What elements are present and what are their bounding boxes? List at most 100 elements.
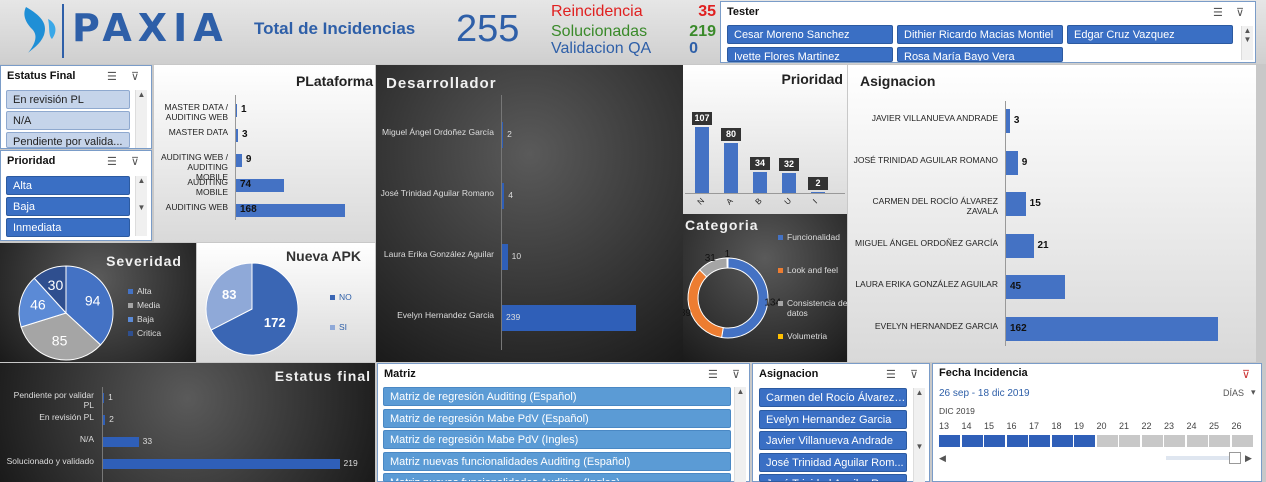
multi-select-icon[interactable]: ☰ xyxy=(1213,6,1223,19)
timeline-day-cell[interactable] xyxy=(939,435,960,447)
multi-select-icon[interactable]: ☰ xyxy=(708,368,718,381)
clear-filter-icon[interactable]: ⊽ xyxy=(131,155,139,168)
matriz-item[interactable]: Matriz de regresión Mabe PdV (Ingles) xyxy=(383,430,731,449)
bar xyxy=(103,393,105,403)
tester-scrollbar[interactable]: ▲ ▼ xyxy=(1241,26,1253,60)
bar-value: 2 xyxy=(109,414,114,424)
clear-filter-icon[interactable]: ⊽ xyxy=(1242,368,1250,381)
asignacion-item[interactable]: José Trinidad Aguilar Rom... xyxy=(759,453,907,472)
matriz-slicer: Matriz ☰ ⊽ Matriz de regresión Auditing … xyxy=(377,363,750,482)
tester-item[interactable]: Rosa María Bayo Vera xyxy=(897,47,1063,62)
bar xyxy=(1006,192,1026,216)
timeline-day-cell[interactable] xyxy=(1119,435,1140,447)
estatus-item[interactable]: Pendiente por valida... xyxy=(6,132,130,148)
desarrollador-title: Desarrollador xyxy=(386,75,497,92)
tester-item[interactable]: Cesar Moreno Sanchez xyxy=(727,25,893,44)
prioridad-item[interactable]: Inmediata xyxy=(6,218,130,237)
total-value: 255 xyxy=(456,8,520,50)
clear-filter-icon[interactable]: ⊽ xyxy=(910,368,918,381)
bar xyxy=(811,191,825,193)
legend-label: SI xyxy=(339,322,348,332)
timeline-day-cell[interactable] xyxy=(1186,435,1208,447)
timeline-scrollbar[interactable] xyxy=(1166,456,1234,460)
bar-value: 107 xyxy=(692,111,712,125)
bar-value: 74 xyxy=(240,179,252,190)
timeline-day-cell[interactable] xyxy=(1231,435,1253,447)
clear-filter-icon[interactable]: ⊽ xyxy=(131,70,139,83)
timeline-day-cell[interactable] xyxy=(1074,435,1095,447)
clear-filter-icon[interactable]: ⊽ xyxy=(732,368,740,381)
kpi-reincidencia-value: 35 xyxy=(698,3,716,20)
timeline-day-label: 24 xyxy=(1186,421,1197,431)
bar-value: 34 xyxy=(750,156,770,170)
bar-label: JOSÉ TRINIDAD AGUILAR ROMANO xyxy=(853,154,998,165)
matriz-scrollbar[interactable]: ▲ xyxy=(734,387,746,482)
timeline-day-cell[interactable] xyxy=(1209,435,1230,447)
tester-slicer-title: Tester xyxy=(727,6,760,18)
prioridad-item[interactable]: Alta xyxy=(6,176,130,195)
asignacion-item[interactable]: José Trinidad Aguilar Romano xyxy=(759,474,907,482)
bar-value: 9 xyxy=(245,154,252,165)
bar-label: AUDITING WEB xyxy=(165,202,228,212)
bar xyxy=(103,415,106,425)
timeline-day-cell[interactable] xyxy=(984,435,1005,447)
legend-swatch xyxy=(778,301,783,306)
legend-label: Funcionalidad xyxy=(787,232,840,242)
matriz-item[interactable]: Matriz nuevas funcionalidades Auditing (… xyxy=(383,473,731,482)
bar-value: 1 xyxy=(108,392,113,402)
bar-value: 33 xyxy=(142,436,153,446)
timeline-day-cell[interactable] xyxy=(1096,435,1118,447)
bar-value: 45 xyxy=(1010,281,1022,292)
timeline-range: 26 sep - 18 dic 2019 xyxy=(939,388,1030,399)
tester-item[interactable]: Ivette Flores Martinez xyxy=(727,47,893,62)
bar xyxy=(236,153,242,167)
estatus-final-panel: Estatus final Pendiente por validar PL 1 E… xyxy=(0,363,375,482)
scroll-left-icon[interactable]: ◀ xyxy=(939,453,946,464)
chevron-down-icon[interactable]: ▾ xyxy=(1251,387,1256,398)
estatus-item[interactable]: N/A xyxy=(6,111,130,130)
multi-select-icon[interactable]: ☰ xyxy=(107,155,117,168)
asignacion-axis xyxy=(1005,101,1006,346)
pie-value: 30 xyxy=(48,277,64,293)
multi-select-icon[interactable]: ☰ xyxy=(107,70,117,83)
bar xyxy=(1006,316,1219,341)
asignacion-scrollbar[interactable]: ▲ ▼ xyxy=(913,388,925,482)
tester-item[interactable]: Dithier Ricardo Macias Montiel xyxy=(897,25,1063,44)
tester-item[interactable]: Edgar Cruz Vazquez xyxy=(1067,25,1233,44)
legend-swatch xyxy=(128,331,133,336)
multi-select-icon[interactable]: ☰ xyxy=(886,368,896,381)
timeline-month: DIC 2019 xyxy=(939,406,975,416)
legend-label: Volumetria xyxy=(787,331,828,341)
matriz-item[interactable]: Matriz nuevas funcionalidades Auditing (… xyxy=(383,452,731,471)
asignacion-item[interactable]: Carmen del Rocío Álvarez ... xyxy=(759,388,907,407)
scroll-right-icon[interactable]: ▶ xyxy=(1245,453,1252,464)
prioridad-item[interactable]: Baja xyxy=(6,197,130,216)
bar-value: 168 xyxy=(240,204,257,215)
timeline-day-cell[interactable] xyxy=(961,435,983,447)
timeline-day-label: 13 xyxy=(939,421,950,431)
timeline-day-cell[interactable] xyxy=(1164,435,1185,447)
timeline-day-cell[interactable] xyxy=(1051,435,1073,447)
bar xyxy=(103,437,139,447)
bar-label: N xyxy=(695,196,707,207)
prioridad-chart-title: Prioridad xyxy=(781,71,843,87)
pie-slice xyxy=(687,269,724,339)
pie-slice xyxy=(721,257,769,339)
timeline-day-label: 16 xyxy=(1006,421,1017,431)
asignacion-item[interactable]: Javier Villanueva Andrade xyxy=(759,431,907,450)
clear-filter-icon[interactable]: ⊽ xyxy=(1236,6,1244,19)
estatus-scrollbar[interactable]: ▲ xyxy=(135,90,147,148)
timeline-day-cell[interactable] xyxy=(1029,435,1050,447)
bar-value: 15 xyxy=(1029,198,1041,209)
matriz-item[interactable]: Matriz de regresión Auditing (Español) xyxy=(383,387,731,406)
timeline-day-cell[interactable] xyxy=(1006,435,1028,447)
estatus-item[interactable]: En revisión PL xyxy=(6,90,130,109)
timeline-scroll-thumb[interactable] xyxy=(1229,452,1241,464)
matriz-item[interactable]: Matriz de regresión Mabe PdV (Español) xyxy=(383,409,731,428)
pie-value: 31 xyxy=(705,253,717,264)
prioridad-scrollbar[interactable]: ▲ ▼ xyxy=(135,176,147,236)
timeline-unit[interactable]: DÍAS xyxy=(1223,388,1244,398)
categoria-title: Categoria xyxy=(685,217,759,233)
asignacion-item[interactable]: Evelyn Hernandez Garcia xyxy=(759,410,907,429)
timeline-day-cell[interactable] xyxy=(1141,435,1163,447)
